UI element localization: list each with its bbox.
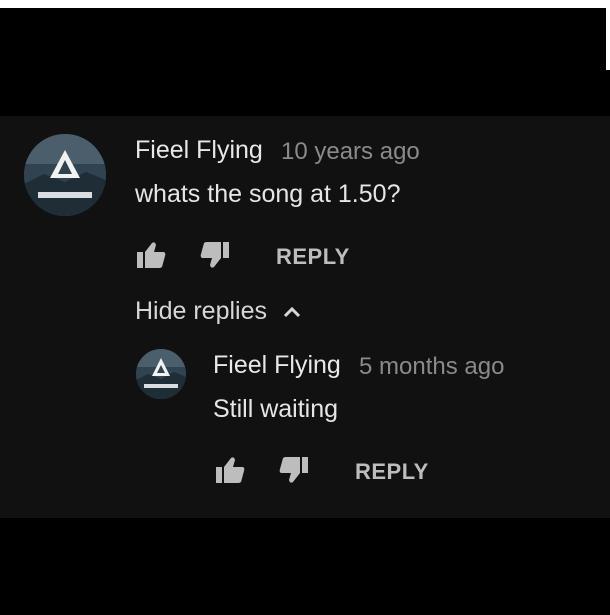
reply-author[interactable]: Fieel Flying — [213, 351, 341, 380]
reply-text: Still waiting — [213, 395, 339, 423]
comment-timestamp[interactable]: 10 years ago — [281, 138, 420, 166]
reply-avatar[interactable] — [136, 349, 186, 399]
reply-avatar-image — [136, 349, 186, 399]
hide-replies-label: Hide replies — [135, 297, 268, 325]
avatar-image — [24, 134, 106, 216]
top-border — [0, 0, 610, 8]
reply-button[interactable]: REPLY — [276, 244, 350, 270]
reply-thumbs-up-icon[interactable] — [214, 455, 246, 485]
reply-timestamp[interactable]: 5 months ago — [359, 353, 504, 381]
commenter-avatar[interactable] — [24, 134, 106, 216]
comment-text: whats the song at 1.50? — [135, 180, 401, 208]
comment-author[interactable]: Fieel Flying — [135, 136, 263, 165]
thumbs-down-icon[interactable] — [199, 240, 231, 270]
chevron-up-icon — [283, 307, 301, 318]
reply-reply-button[interactable]: REPLY — [355, 459, 429, 485]
right-border — [606, 0, 610, 70]
hide-replies-toggle[interactable]: Hide replies — [135, 297, 302, 326]
top-blank-area — [0, 8, 606, 116]
thumbs-up-icon[interactable] — [135, 240, 167, 270]
reply-thumbs-down-icon[interactable] — [278, 455, 310, 485]
